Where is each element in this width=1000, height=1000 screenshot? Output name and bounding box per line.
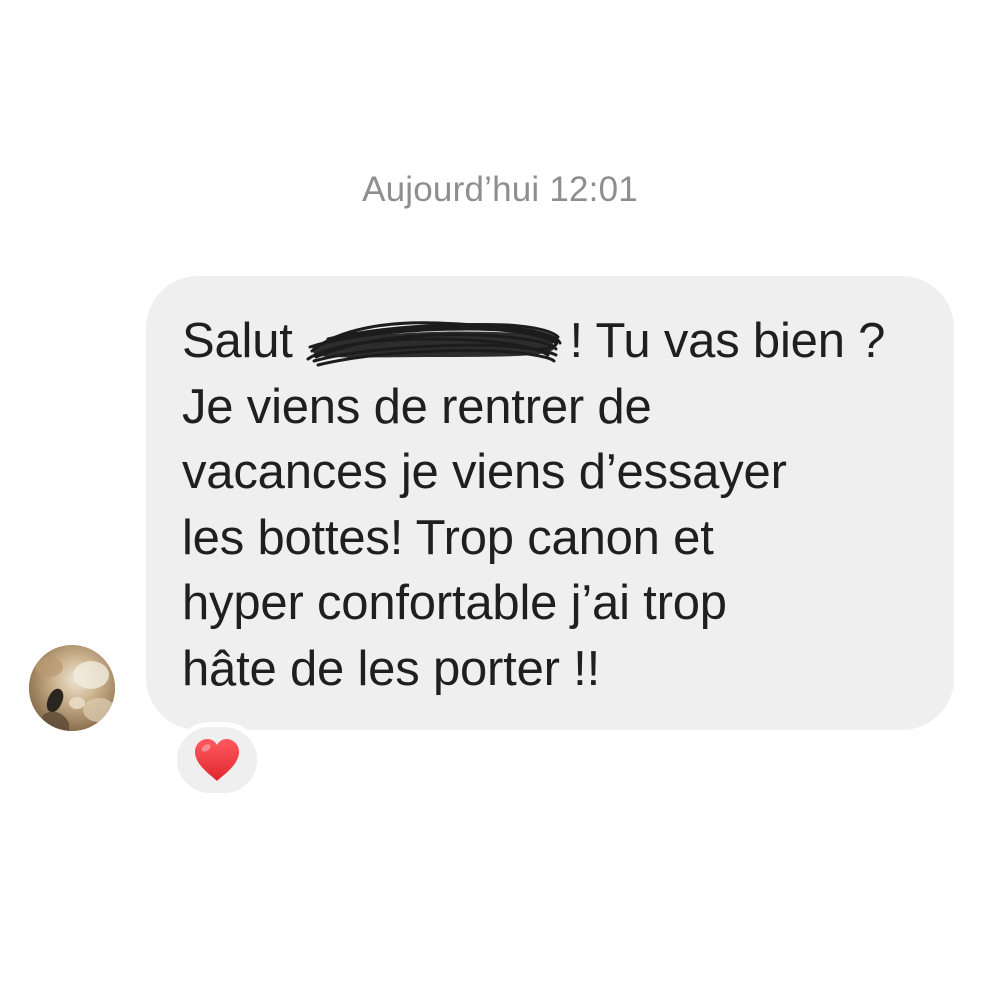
message-line-5: hyper confortable j’ai trop — [182, 576, 727, 630]
message-bubble[interactable]: Salut ! Tu vas bien ? Je viens de rentre… — [146, 276, 954, 730]
avatar[interactable] — [29, 645, 115, 731]
message-greeting: Salut — [182, 314, 307, 368]
message-line-2: Je viens de rentrer de — [182, 379, 652, 434]
message-line-3: vacances je viens d’essayer — [182, 445, 787, 499]
message-line-4: les bottes! Trop canon et — [182, 510, 714, 565]
redacted-scribble — [306, 321, 562, 367]
message-text: Salut ! Tu vas bien ? Je viens de rentre… — [182, 309, 924, 702]
message-greeting-rest: ! Tu vas bien ? — [556, 314, 886, 368]
avatar-photo — [29, 645, 115, 731]
message-line-6: hâte de les porter !! — [182, 641, 600, 696]
message-row: Salut ! Tu vas bien ? Je viens de rentre… — [0, 0, 1000, 1000]
heart-icon — [195, 739, 239, 781]
reaction-badge[interactable] — [172, 722, 262, 798]
message-line-1: Salut ! Tu vas bien ? — [182, 309, 924, 375]
